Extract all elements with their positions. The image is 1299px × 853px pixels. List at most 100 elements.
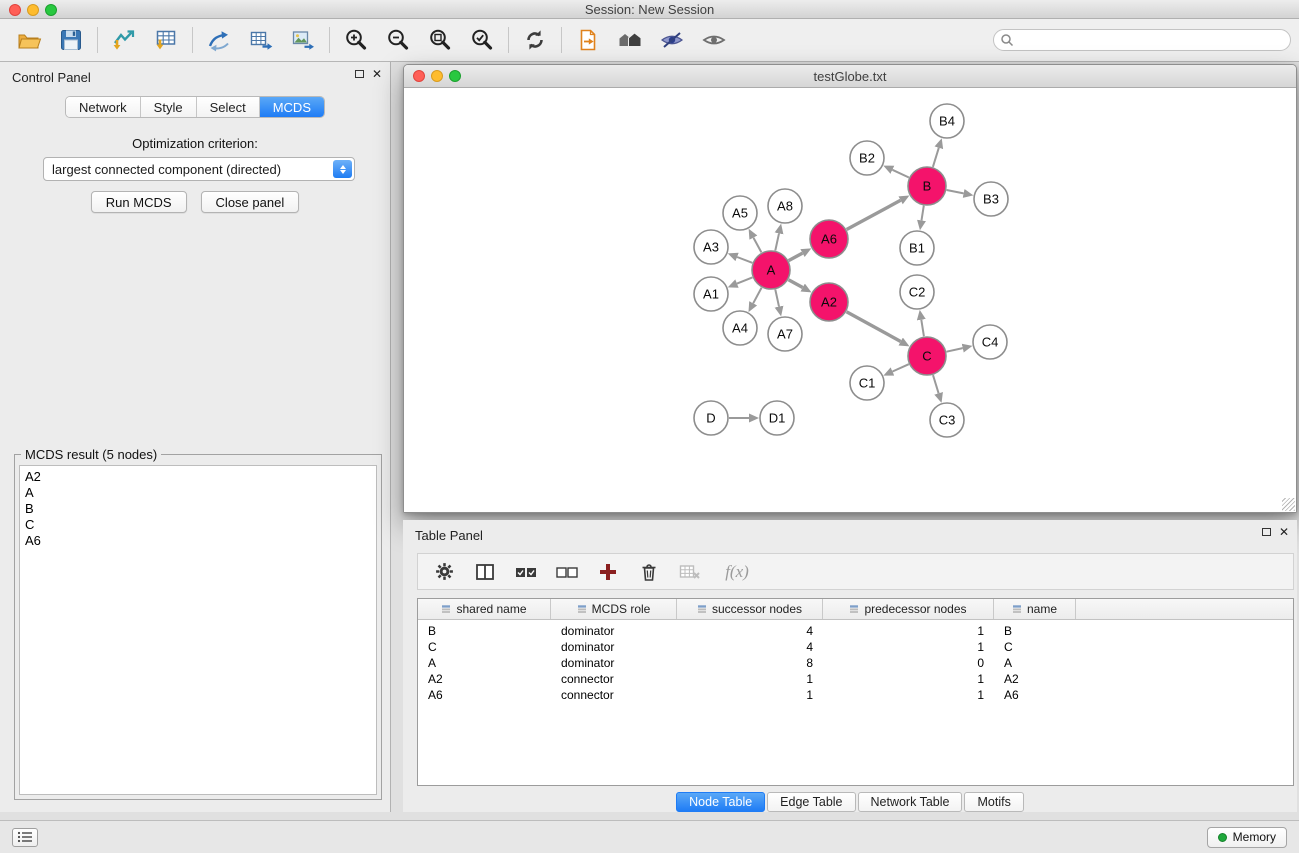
graph-node-A6[interactable]: A6 — [810, 220, 848, 258]
graph-node-B3[interactable]: B3 — [974, 182, 1008, 216]
close-panel-icon[interactable] — [1279, 527, 1289, 537]
graph-node-B[interactable]: B — [908, 167, 946, 205]
graph-edge-A-A7[interactable] — [775, 290, 779, 307]
graph-edge-B-B1[interactable] — [922, 206, 924, 221]
show-graphics-details-button[interactable] — [693, 22, 735, 58]
mcds-result-item[interactable]: C — [20, 517, 376, 533]
tab-network[interactable]: Network — [66, 97, 141, 117]
network-close-button[interactable] — [413, 70, 425, 82]
column-header-name[interactable]: name — [994, 599, 1076, 619]
network-minimize-button[interactable] — [431, 70, 443, 82]
close-panel-icon[interactable] — [372, 69, 382, 79]
graph-edge-B-B4[interactable] — [933, 148, 939, 167]
save-session-button[interactable] — [50, 22, 92, 58]
graph-node-C2[interactable]: C2 — [900, 275, 934, 309]
network-canvas[interactable]: B4B2BB3A5A8A6B1A3AC2A1A2A4A7CC4C1C3DD1 — [404, 88, 1296, 512]
graph-edge-A-A3[interactable] — [737, 257, 752, 263]
network-window-titlebar[interactable]: testGlobe.txt — [404, 65, 1296, 88]
delete-column-button[interactable] — [637, 560, 661, 584]
mcds-result-item[interactable]: A2 — [20, 469, 376, 485]
column-header-mcds-role[interactable]: MCDS role — [551, 599, 677, 619]
table-row[interactable]: A2connector11A2 — [418, 671, 1293, 687]
zoom-selected-button[interactable] — [461, 22, 503, 58]
tab-select[interactable]: Select — [197, 97, 260, 117]
graph-node-B1[interactable]: B1 — [900, 231, 934, 265]
graph-edge-B-B3[interactable] — [947, 190, 964, 193]
graph-node-A7[interactable]: A7 — [768, 317, 802, 351]
import-network-from-file-button[interactable] — [103, 22, 145, 58]
table-row[interactable]: A6connector11A6 — [418, 687, 1293, 703]
window-resize-grip[interactable] — [1282, 498, 1295, 511]
mcds-result-item[interactable]: A6 — [20, 533, 376, 549]
tab-mcds[interactable]: MCDS — [260, 97, 324, 117]
graph-node-A[interactable]: A — [752, 251, 790, 289]
tab-style[interactable]: Style — [141, 97, 197, 117]
refresh-view-button[interactable] — [514, 22, 556, 58]
deselect-all-button[interactable] — [555, 560, 579, 584]
graph-edge-C-C3[interactable] — [933, 375, 939, 393]
run-mcds-button[interactable]: Run MCDS — [91, 191, 187, 213]
zoom-fit-button[interactable] — [419, 22, 461, 58]
zoom-window-button[interactable] — [45, 4, 57, 16]
graph-node-A4[interactable]: A4 — [723, 311, 757, 345]
optimization-criterion-dropdown[interactable]: largest connected component (directed) — [43, 157, 355, 181]
graph-edge-A-A2[interactable] — [789, 280, 803, 288]
graph-node-A3[interactable]: A3 — [694, 230, 728, 264]
graph-node-D[interactable]: D — [694, 401, 728, 435]
export-table-button[interactable] — [240, 22, 282, 58]
close-window-button[interactable] — [9, 4, 21, 16]
search-input[interactable] — [993, 29, 1291, 51]
graph-node-B4[interactable]: B4 — [930, 104, 964, 138]
status-menu-button[interactable] — [12, 828, 38, 847]
graph-node-B2[interactable]: B2 — [850, 141, 884, 175]
birds-eye-view-button[interactable] — [651, 22, 693, 58]
zoom-in-button[interactable] — [335, 22, 377, 58]
graph-node-A8[interactable]: A8 — [768, 189, 802, 223]
tab-edge-table[interactable]: Edge Table — [767, 792, 855, 812]
network-graph[interactable]: B4B2BB3A5A8A6B1A3AC2A1A2A4A7CC4C1C3DD1 — [404, 88, 1296, 512]
graph-edge-C-C2[interactable] — [921, 320, 924, 337]
graph-edge-B-B2[interactable] — [892, 170, 909, 178]
minimize-window-button[interactable] — [27, 4, 39, 16]
zoom-out-button[interactable] — [377, 22, 419, 58]
graph-edge-A-A1[interactable] — [737, 277, 752, 283]
mcds-result-item[interactable]: A — [20, 485, 376, 501]
show-columns-button[interactable] — [473, 560, 497, 584]
graph-edge-A2-C[interactable] — [847, 312, 901, 342]
graph-edge-A-A8[interactable] — [775, 233, 779, 250]
graph-edge-A-A4[interactable] — [753, 288, 761, 304]
graph-edge-A-A5[interactable] — [753, 238, 761, 253]
graph-node-C1[interactable]: C1 — [850, 366, 884, 400]
graph-node-D1[interactable]: D1 — [760, 401, 794, 435]
export-image-button[interactable] — [282, 22, 324, 58]
close-panel-button[interactable]: Close panel — [201, 191, 300, 213]
tab-network-table[interactable]: Network Table — [858, 792, 963, 812]
mcds-result-item[interactable]: B — [20, 501, 376, 517]
column-header-shared-name[interactable]: shared name — [418, 599, 551, 619]
graph-node-C3[interactable]: C3 — [930, 403, 964, 437]
table-row[interactable]: Cdominator41C — [418, 639, 1293, 655]
column-header-successor-nodes[interactable]: successor nodes — [677, 599, 823, 619]
delete-table-button[interactable] — [678, 560, 702, 584]
export-network-button[interactable] — [198, 22, 240, 58]
column-header-predecessor-nodes[interactable]: predecessor nodes — [823, 599, 994, 619]
import-table-from-file-button[interactable] — [145, 22, 187, 58]
network-zoom-button[interactable] — [449, 70, 461, 82]
graph-node-A1[interactable]: A1 — [694, 277, 728, 311]
graph-edge-A6-B[interactable] — [847, 200, 901, 229]
memory-button[interactable]: Memory — [1207, 827, 1287, 848]
add-column-button[interactable] — [596, 560, 620, 584]
graph-node-A2[interactable]: A2 — [810, 283, 848, 321]
home-view-button[interactable] — [609, 22, 651, 58]
tab-node-table[interactable]: Node Table — [676, 792, 765, 812]
graph-edge-A-A6[interactable] — [789, 253, 803, 261]
float-panel-icon[interactable] — [355, 70, 364, 78]
tab-motifs[interactable]: Motifs — [964, 792, 1023, 812]
select-all-button[interactable] — [514, 560, 538, 584]
graph-node-C[interactable]: C — [908, 337, 946, 375]
graph-edge-C-C1[interactable] — [893, 364, 909, 371]
table-settings-button[interactable] — [432, 560, 456, 584]
export-document-button[interactable] — [567, 22, 609, 58]
graph-edge-C-C4[interactable] — [947, 348, 963, 352]
table-row[interactable]: Adominator80A — [418, 655, 1293, 671]
